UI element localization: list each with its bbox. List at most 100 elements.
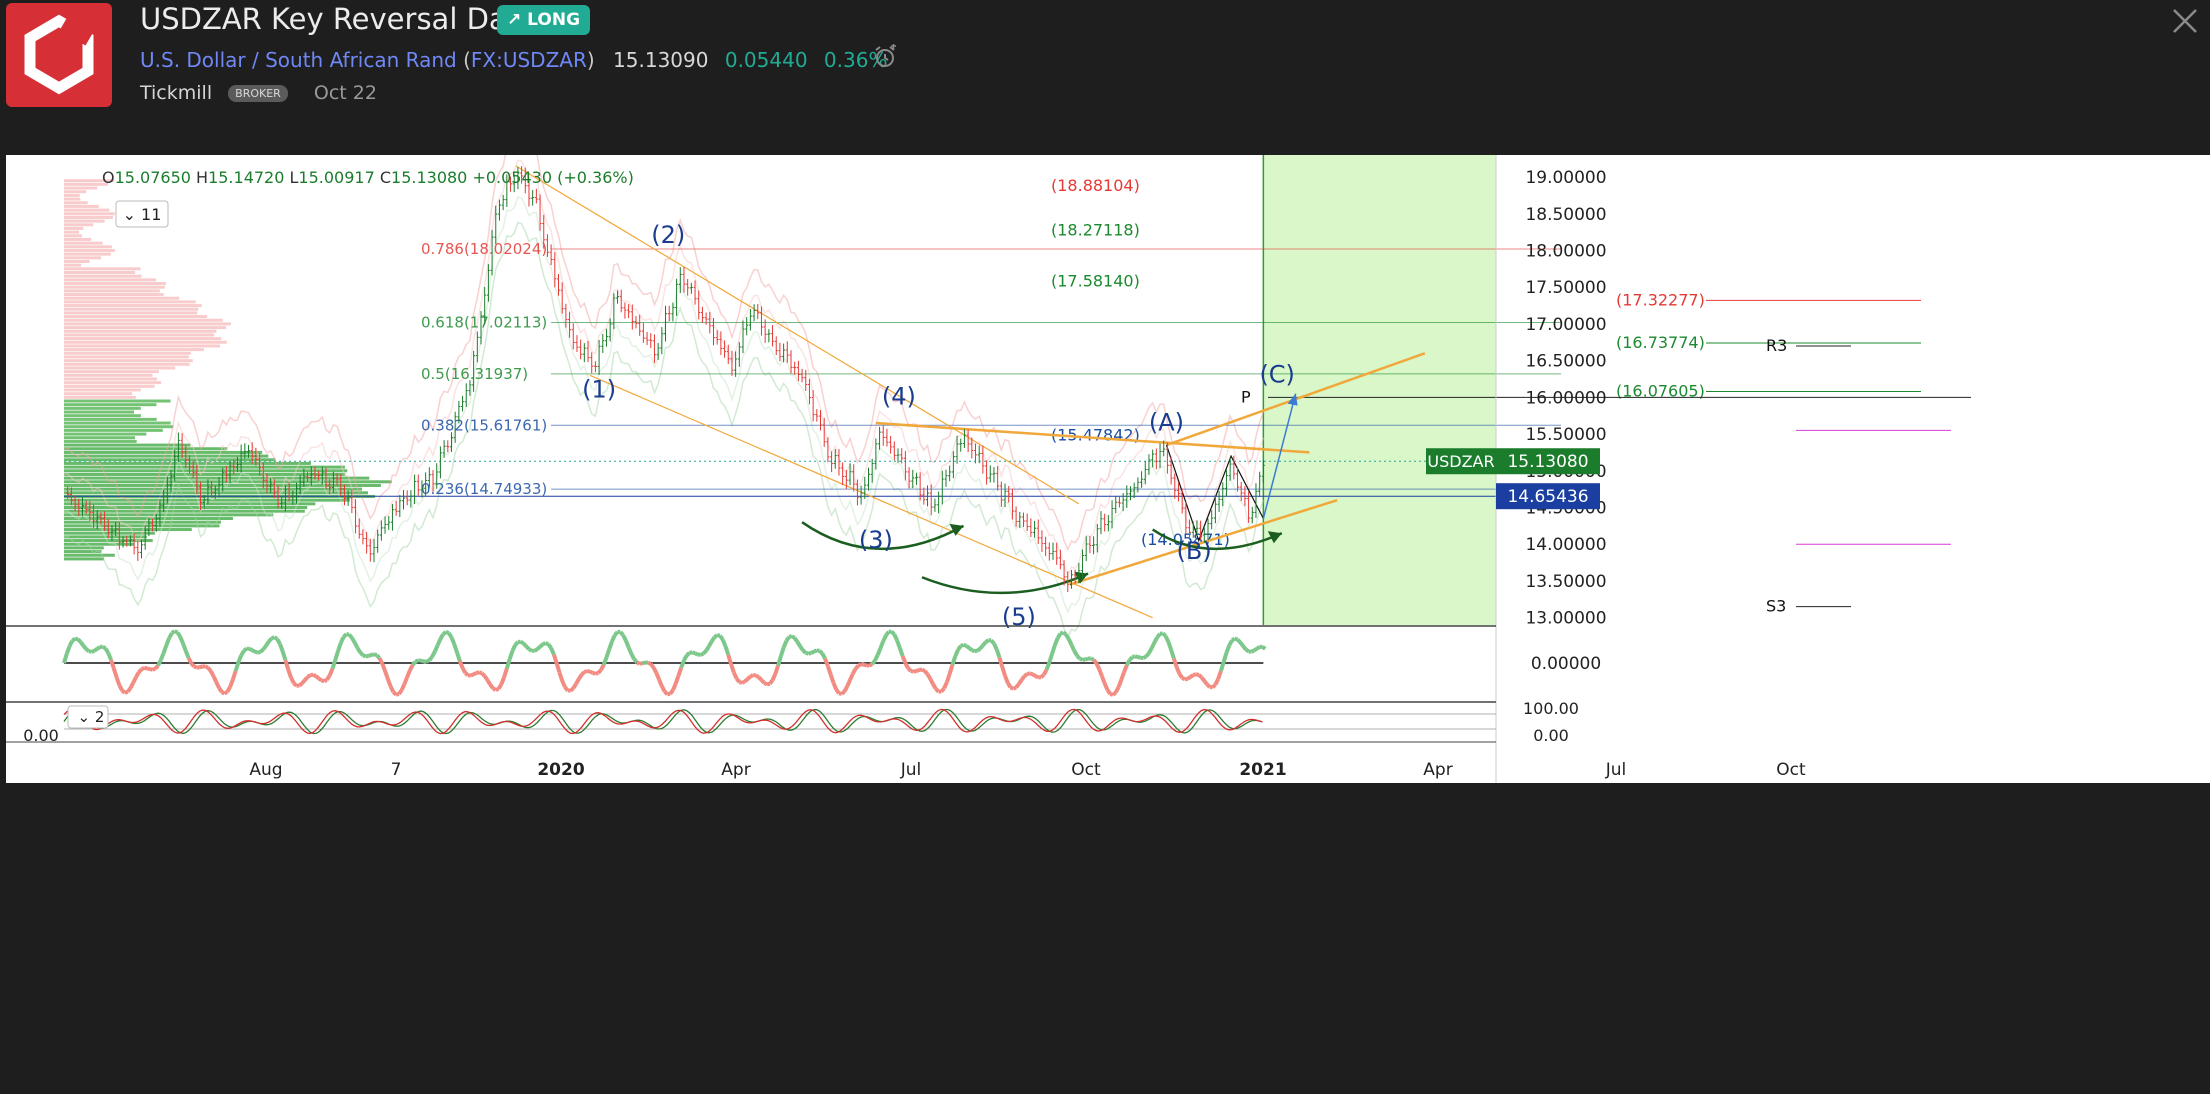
osc1-segment [1041,675,1044,677]
osc1-segment [853,669,856,674]
volume-profile-bar [64,330,216,333]
symbol-code[interactable]: FX:USDZAR [471,48,587,72]
osc1-segment [717,635,720,636]
pivot-label: R3 [1766,336,1787,355]
volume-profile-bar [64,429,163,432]
osc1-segment [438,639,441,645]
osc1-segment [961,645,964,646]
y-tick-label: 18.50000 [1525,205,1606,225]
osc1-segment [1229,640,1232,645]
volume-profile-bar [64,286,165,289]
osc1-segment [842,691,845,694]
volume-profile-bar [64,447,227,450]
osc1-segment [230,680,233,687]
osc1-segment [875,655,878,661]
osc1-segment [701,654,704,655]
chart-area[interactable]: 0.786(18.02024)0.618(17.02113)0.5(16.319… [6,155,2210,1090]
osc1-segment [576,679,579,684]
osc1-segment [673,684,676,690]
osc1-segment [283,651,286,660]
fib-level-label: 0.236(14.74933) [421,480,547,498]
osc1-segment [775,666,778,674]
osc1-segment [864,665,867,666]
target-level-label: (16.73774) [1616,333,1705,352]
osc1-segment [92,651,95,652]
osc1-segment [609,641,612,649]
osc1-segment [1188,677,1191,679]
close-icon[interactable] [2170,6,2200,40]
osc1-segment [308,675,311,677]
osc1-segment [404,677,407,684]
x-tick-label: Oct [1776,760,1806,780]
osc1-segment [983,642,986,645]
osc1-segment [363,655,366,656]
osc1-segment [629,647,632,654]
x-tick-label: 2021 [1239,760,1286,780]
osc1-segment [1008,683,1011,687]
author-name[interactable]: Tickmill [140,82,212,104]
volume-profile-bar [64,216,113,219]
osc1-segment [471,674,474,675]
volume-profile-bar [64,205,99,208]
osc1-segment [526,646,529,649]
symbol-name[interactable]: U.S. Dollar / South African Rand [140,48,457,72]
long-badge: ↗ LONG [497,5,590,35]
osc1-segment [811,651,814,652]
osc1-segment [352,638,355,643]
x-tick-label: Apr [1423,760,1452,780]
alarm-clock-icon[interactable] [872,44,898,74]
osc1-segment [809,653,812,654]
osc1-segment [692,652,695,653]
osc1-segment [1163,633,1166,636]
osc1-segment [382,664,385,671]
osc1-segment [277,639,280,644]
osc1-segment [189,658,192,663]
volume-profile-bar [64,381,161,384]
osc1-segment [781,648,784,657]
volume-profile-bar [64,220,105,223]
osc1-segment [1213,685,1216,688]
osc1-segment [869,664,872,665]
osc1-segment [1044,670,1047,675]
osc1-segment [1047,662,1050,669]
osc1-zero-label: 0.00000 [1531,654,1601,674]
volume-profile-bar [64,308,198,311]
osc1-segment [186,651,189,658]
osc1-segment [117,677,120,685]
osc1-segment [291,677,294,683]
volume-profile-bar [64,264,81,267]
osc1-segment [341,637,344,643]
osc1-segment [225,692,228,694]
osc1-segment [623,635,626,641]
osc1-segment [529,649,532,651]
x-tick-label: Aug [249,760,282,780]
volume-profile-bar [64,366,175,369]
tickmill-logo[interactable] [6,3,112,107]
osc1-segment [236,663,239,672]
osc1-segment [795,638,798,642]
osc1-segment [972,650,975,651]
osc1-segment [1019,680,1022,684]
osc1-segment [1058,634,1061,638]
osc1-segment [703,651,706,654]
osc1-segment [507,659,510,668]
osc1-segment [407,670,410,677]
pivot-label: S3 [1766,597,1786,616]
osc1-segment [761,680,764,683]
osc1-segment [1024,674,1027,676]
osc1-segment [1080,659,1083,660]
price-chart[interactable]: 0.786(18.02024)0.618(17.02113)0.5(16.319… [6,155,2210,1090]
volume-profile-bar [64,513,273,516]
osc1-segment [169,633,172,638]
osc1-segment [778,656,781,665]
osc1-segment [977,649,980,651]
osc1-segment [1262,647,1265,649]
osc1-segment [399,690,402,694]
osc1-segment [523,643,526,646]
osc1-segment [487,680,490,685]
price-tag: 14.65436 [1507,487,1588,507]
volume-profile-bar [64,289,160,292]
osc1-segment [678,668,681,676]
volume-profile-bar [64,275,141,278]
x-tick-label: 2020 [537,760,584,780]
